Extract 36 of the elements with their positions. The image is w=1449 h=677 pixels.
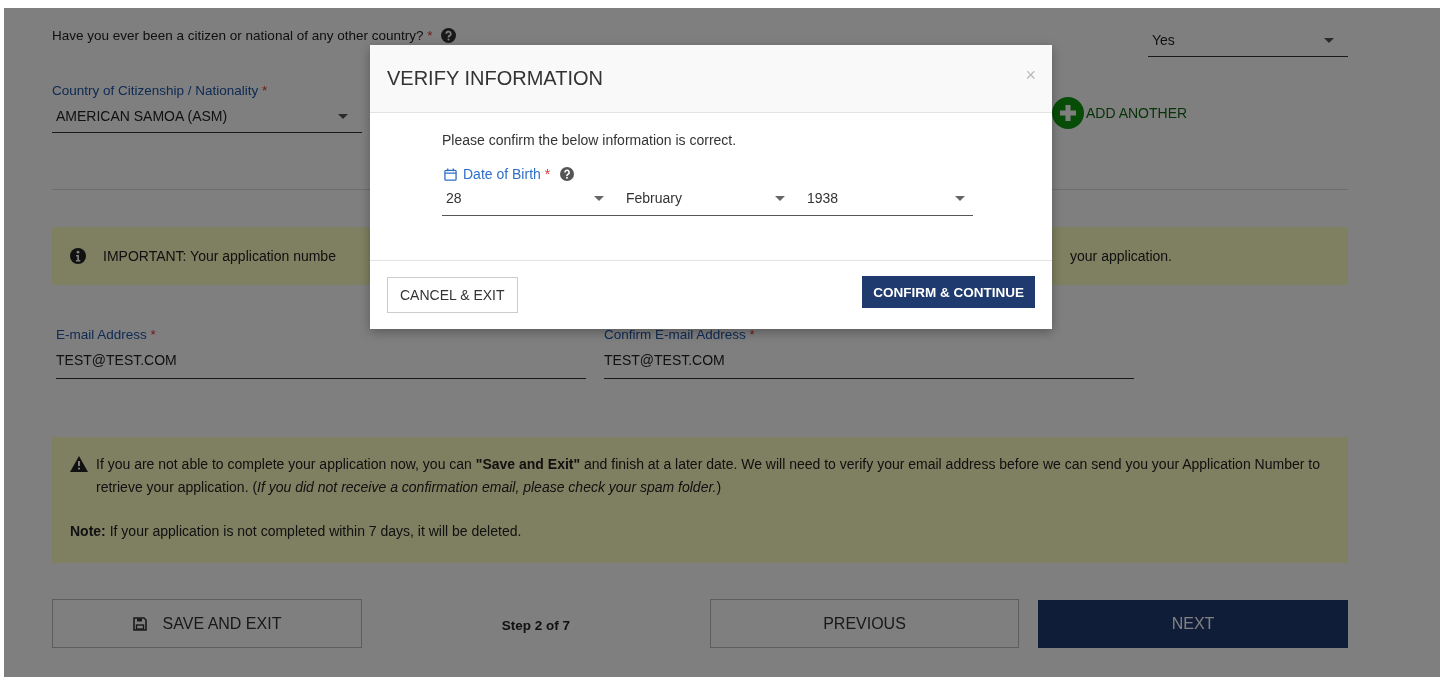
day-select[interactable]: 28 [442,186,604,215]
answer-select[interactable]: Yes [1148,28,1348,57]
country-select[interactable]: AMERICAN SAMOA (ASM) [52,104,362,133]
email-field[interactable]: TEST@TEST.COM [604,352,1134,379]
question-label: Have you ever been a citizen or national of any other country? * [52,28,433,43]
caret-icon [1324,37,1334,43]
save-and-exit-button[interactable]: SAVE AND EXIT [52,599,362,648]
caret-icon [775,195,785,201]
cancel-exit-button[interactable]: CANCEL & EXIT [387,277,518,313]
help-icon[interactable] [440,28,456,43]
calendar-icon [444,167,457,181]
note-text: Note: If your application is not completed within 7 days, it will be deleted. [70,522,523,541]
warning-icon [70,456,88,472]
previous-button[interactable]: PREVIOUS [710,599,1019,648]
confirm-continue-button[interactable]: CONFIRM & CONTINUE [862,276,1035,308]
caret-icon [594,195,604,201]
field-label: Date of Birth * [463,166,551,182]
notice-text: IMPORTANT: Your application numbe [103,248,336,264]
save-icon [132,616,147,631]
step-indicator: Step 2 of 7 [500,618,572,633]
info-icon [70,248,86,264]
warning-text: If you are not able to complete your application now, you can "Save and Exit" and finish at a later date. We will need to verify your email address before we can send you your Application Number to retrieve your application. (If you did not receive a confirmation email, please check your spam folder.) [96,455,1321,497]
month-select[interactable]: February [622,186,785,215]
field-label: E-mail Address * [56,327,157,342]
caret-icon [955,195,965,201]
notice-text: your application. [1070,248,1172,264]
field-label: Country of Citizenship / Nationality * [52,83,269,98]
add-another-button[interactable]: ADD ANOTHER [1052,97,1188,129]
year-select[interactable]: 1938 [803,186,965,215]
help-icon[interactable] [560,167,575,181]
email-field[interactable]: TEST@TEST.COM [56,352,586,379]
caret-icon [338,113,348,119]
dialog-message: Please confirm the below information is correct. [442,132,738,148]
dialog-title: VERIFY INFORMATION [387,67,603,90]
field-label: Confirm E-mail Address * [604,327,756,342]
next-button[interactable]: NEXT [1038,599,1348,648]
